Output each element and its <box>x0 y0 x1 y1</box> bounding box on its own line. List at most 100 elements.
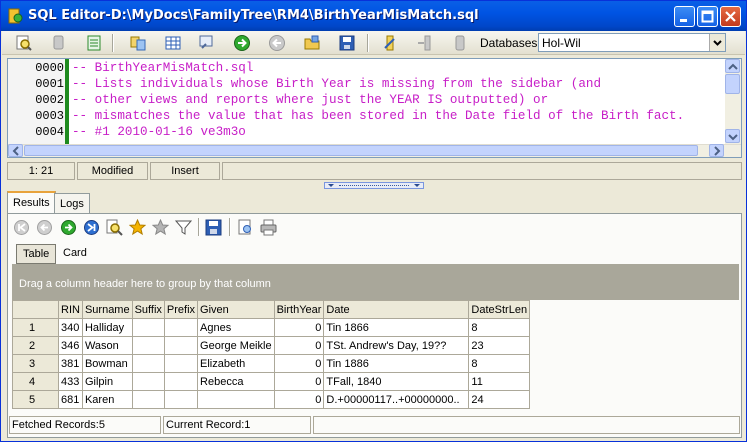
tab-logs[interactable]: Logs <box>54 193 90 213</box>
rollback-icon[interactable] <box>416 34 434 52</box>
cell-date[interactable]: Tin 1866 <box>323 318 470 337</box>
cell-datestrlen[interactable]: 23 <box>468 336 531 355</box>
filter-icon[interactable] <box>175 219 192 236</box>
cell-prefix[interactable] <box>163 390 199 409</box>
minimize-button[interactable] <box>674 6 695 27</box>
column-header-suffix[interactable]: Suffix <box>131 300 165 319</box>
code-line[interactable]: -- mismatches the value that has been st… <box>72 109 684 123</box>
search-icon[interactable] <box>106 219 123 236</box>
row-number[interactable]: 3 <box>12 354 59 373</box>
horizontal-scroll-thumb[interactable] <box>24 145 698 156</box>
cell-birthyear[interactable]: 0 <box>273 390 325 409</box>
cell-birthyear[interactable]: 0 <box>273 336 325 355</box>
cell-prefix[interactable] <box>163 372 199 391</box>
explain-icon[interactable] <box>198 34 216 52</box>
cell-date[interactable]: TSt. Andrew's Day, 19?? <box>323 336 470 355</box>
chevron-down-icon[interactable] <box>709 34 725 51</box>
table-row[interactable]: 2 346 Wason George Meikle 0 TSt. Andrew'… <box>12 336 531 355</box>
cell-surname[interactable]: Halliday <box>81 318 133 337</box>
maximize-button[interactable] <box>697 6 718 27</box>
back-icon[interactable] <box>268 34 286 52</box>
sql-editor[interactable]: 0000 0001 0002 0003 0004 -- BirthYearMis… <box>7 58 742 158</box>
editor-horizontal-scrollbar[interactable] <box>8 144 741 157</box>
code-line[interactable]: -- Lists individuals whose Birth Year is… <box>72 77 601 91</box>
cell-rin[interactable]: 381 <box>58 354 83 373</box>
cell-date[interactable]: Tin 1886 <box>323 354 470 373</box>
vertical-scroll-thumb[interactable] <box>725 74 740 94</box>
tab-results[interactable]: Results <box>7 191 56 214</box>
cell-rin[interactable]: 681 <box>58 390 83 409</box>
scroll-up-icon[interactable] <box>725 59 740 73</box>
cell-surname[interactable]: Karen <box>81 390 133 409</box>
list-icon[interactable] <box>85 34 103 52</box>
cell-suffix[interactable] <box>131 336 165 355</box>
tab-card[interactable]: Card <box>57 244 93 264</box>
cell-prefix[interactable] <box>163 354 199 373</box>
last-record-icon[interactable] <box>83 219 100 236</box>
table-row[interactable]: 5 681 Karen 0 D.+00000117..+00000000.. 2… <box>12 390 531 409</box>
clear-icon[interactable] <box>50 34 68 52</box>
row-number[interactable]: 5 <box>12 390 59 409</box>
column-header-datestrlen[interactable]: DateStrLen <box>468 300 531 319</box>
editor-vertical-scrollbar[interactable] <box>725 59 741 144</box>
cell-surname[interactable]: Bowman <box>81 354 133 373</box>
first-record-icon[interactable] <box>13 219 30 236</box>
table-row[interactable]: 1 340 Halliday Agnes 0 Tin 1866 8 <box>12 318 531 337</box>
cell-given[interactable]: Rebecca <box>197 372 275 391</box>
next-record-icon[interactable] <box>60 219 77 236</box>
cell-birthyear[interactable]: 0 <box>273 354 325 373</box>
cell-suffix[interactable] <box>131 372 165 391</box>
cell-given[interactable]: Agnes <box>197 318 275 337</box>
table-row[interactable]: 4 433 Gilpin Rebecca 0 TFall, 1840 11 <box>12 372 531 391</box>
print-icon[interactable] <box>260 219 277 236</box>
cell-given[interactable] <box>197 390 275 409</box>
table-row[interactable]: 3 381 Bowman Elizabeth 0 Tin 1886 8 <box>12 354 531 373</box>
cell-rin[interactable]: 346 <box>58 336 83 355</box>
column-header-surname[interactable]: Surname <box>81 300 133 319</box>
code-line[interactable]: -- other views and reports where just th… <box>72 93 548 107</box>
code-line[interactable]: -- #1 2010-01-16 ve3m3o <box>72 125 246 139</box>
row-number[interactable]: 2 <box>12 336 59 355</box>
cell-rin[interactable]: 340 <box>58 318 83 337</box>
cell-surname[interactable]: Wason <box>81 336 133 355</box>
prior-record-icon[interactable] <box>36 219 53 236</box>
commit-icon[interactable] <box>381 34 399 52</box>
column-header-rin[interactable]: RIN <box>58 300 83 319</box>
cell-datestrlen[interactable]: 8 <box>468 318 531 337</box>
row-number[interactable]: 1 <box>12 318 59 337</box>
cell-prefix[interactable] <box>163 336 199 355</box>
save-icon[interactable] <box>338 34 356 52</box>
close-button[interactable] <box>720 6 741 27</box>
column-header-prefix[interactable]: Prefix <box>163 300 199 319</box>
database-dropdown[interactable]: Hol-Wil <box>538 33 726 52</box>
tab-table[interactable]: Table <box>16 244 57 264</box>
cell-datestrlen[interactable]: 24 <box>468 390 531 409</box>
column-header-date[interactable]: Date <box>323 300 470 319</box>
row-number[interactable]: 4 <box>12 372 59 391</box>
scroll-right-icon[interactable] <box>709 144 724 157</box>
goto-bookmark-icon[interactable] <box>152 219 169 236</box>
title-bar[interactable]: SQL Editor-D:\MyDocs\FamilyTree\RM4\Birt… <box>1 1 746 31</box>
transaction-icon[interactable] <box>451 34 469 52</box>
save-results-icon[interactable] <box>205 219 222 236</box>
column-header-given[interactable]: Given <box>197 300 275 319</box>
scroll-down-icon[interactable] <box>725 129 740 143</box>
bookmark-star-icon[interactable] <box>129 219 146 236</box>
table-icon[interactable] <box>164 34 182 52</box>
cell-datestrlen[interactable]: 11 <box>468 372 531 391</box>
cell-suffix[interactable] <box>131 390 165 409</box>
scroll-left-icon[interactable] <box>8 144 23 157</box>
code-line[interactable]: -- BirthYearMisMatch.sql <box>72 61 253 75</box>
cell-suffix[interactable] <box>131 318 165 337</box>
open-icon[interactable] <box>303 34 321 52</box>
cell-surname[interactable]: Gilpin <box>81 372 133 391</box>
cell-suffix[interactable] <box>131 354 165 373</box>
print-preview-icon[interactable] <box>237 219 254 236</box>
cell-date[interactable]: TFall, 1840 <box>323 372 470 391</box>
find-icon[interactable] <box>15 34 33 52</box>
cell-birthyear[interactable]: 0 <box>273 372 325 391</box>
column-header-birthyear[interactable]: BirthYear <box>273 300 325 319</box>
execute-icon[interactable] <box>233 34 251 52</box>
cell-birthyear[interactable]: 0 <box>273 318 325 337</box>
panel-splitter[interactable] <box>324 182 424 189</box>
